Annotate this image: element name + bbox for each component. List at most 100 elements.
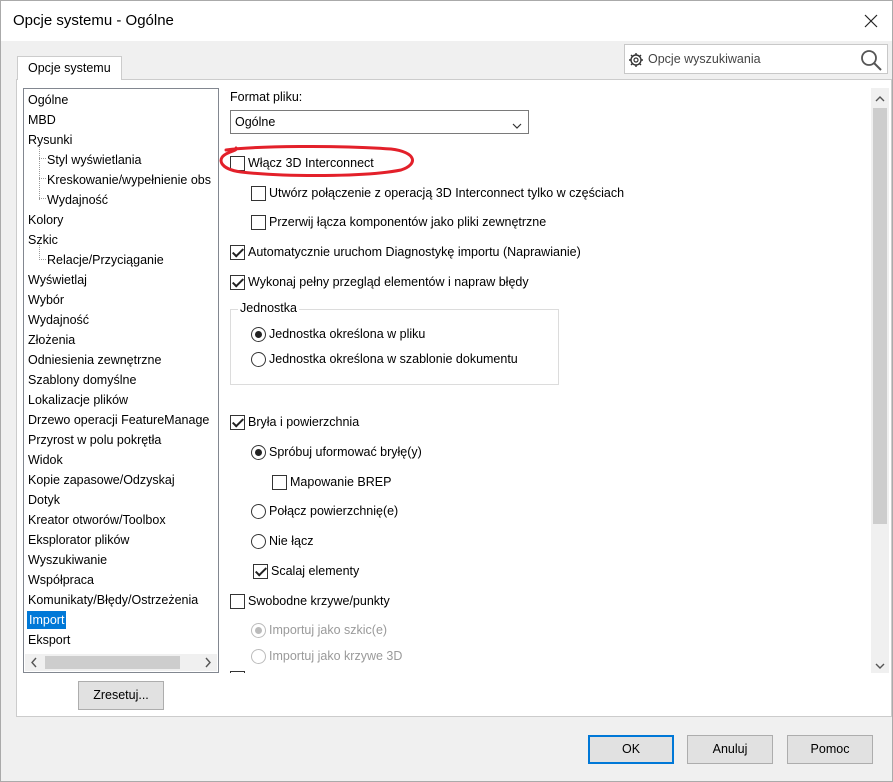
tree-item-drawing-performance[interactable]: Wydajność bbox=[47, 191, 108, 209]
search-placeholder: Opcje wyszukiwania bbox=[648, 52, 761, 66]
try-form-solid-option[interactable]: Spróbuj uformować bryłę(y) bbox=[251, 444, 422, 460]
do-not-knit-option[interactable]: Nie łącz bbox=[251, 533, 313, 549]
unit-from-file-radio[interactable] bbox=[251, 326, 266, 342]
full-check-option[interactable]: Wykonaj pełny przegląd elementów i napra… bbox=[230, 274, 529, 290]
partial-hidden-checkbox[interactable] bbox=[230, 670, 245, 673]
scroll-left-icon[interactable] bbox=[28, 656, 40, 669]
tree-item-feature-manager[interactable]: Drzewo operacji FeatureManage bbox=[28, 411, 209, 429]
break-links-checkbox[interactable] bbox=[251, 214, 266, 230]
tree-item-hatching[interactable]: Kreskowanie/wypełnienie obs bbox=[47, 171, 211, 189]
tree-item-file-locations[interactable]: Lokalizacje plików bbox=[28, 391, 128, 409]
tree-guide-line bbox=[39, 145, 40, 200]
auto-diagnostics-label: Automatycznie uruchom Diagnostykę import… bbox=[248, 245, 581, 259]
tree-item-display-style[interactable]: Styl wyświetlania bbox=[47, 151, 141, 169]
system-options-dialog: Opcje systemu - Ogólne Opcje systemu Opc… bbox=[0, 0, 893, 782]
scroll-right-icon[interactable] bbox=[202, 656, 214, 669]
tree-item-spin-box[interactable]: Przyrost w polu pokrętła bbox=[28, 431, 161, 449]
do-not-knit-radio[interactable] bbox=[251, 533, 266, 549]
do-not-knit-label: Nie łącz bbox=[269, 534, 314, 548]
tree-item-performance[interactable]: Wydajność bbox=[28, 311, 89, 329]
full-check-checkbox[interactable] bbox=[230, 274, 245, 290]
tree-item-messages[interactable]: Komunikaty/Błędy/Ostrzeżenia bbox=[28, 591, 198, 609]
import-as-sketch-radio[interactable] bbox=[251, 622, 266, 638]
enable-3d-interconnect-checkbox[interactable] bbox=[230, 155, 245, 171]
search-options-input[interactable]: Opcje wyszukiwania bbox=[624, 44, 888, 74]
import-as-3d-curves-radio[interactable] bbox=[251, 648, 266, 664]
tree-item-file-explorer[interactable]: Eksplorator plików bbox=[28, 531, 129, 549]
tree-item-drawings[interactable]: Rysunki bbox=[28, 131, 72, 149]
tree-horizontal-scrollbar[interactable] bbox=[25, 654, 217, 671]
brep-mapping-checkbox[interactable] bbox=[272, 474, 287, 490]
tree-item-search[interactable]: Wyszukiwanie bbox=[28, 551, 107, 569]
reset-button[interactable]: Zresetuj... bbox=[78, 681, 164, 710]
import-as-3d-curves-label: Importuj jako krzywe 3D bbox=[269, 649, 403, 663]
import-as-3d-curves-option[interactable]: Importuj jako krzywe 3D bbox=[251, 648, 402, 664]
enable-3d-interconnect-option[interactable]: Włącz 3D Interconnect bbox=[230, 155, 374, 171]
enable-3d-interconnect-label: Włącz 3D Interconnect bbox=[248, 156, 374, 170]
tree-item-touch[interactable]: Dotyk bbox=[28, 491, 60, 509]
partial-hidden-option[interactable] bbox=[230, 670, 248, 673]
content-vertical-scrollbar[interactable] bbox=[871, 88, 889, 673]
tree-item-selection[interactable]: Wybór bbox=[28, 291, 64, 309]
tree-guide-tick bbox=[39, 259, 46, 260]
tree-item-backup[interactable]: Kopie zapasowe/Odzyskaj bbox=[28, 471, 175, 489]
tree-item-external-refs[interactable]: Odniesienia zewnętrzne bbox=[28, 351, 161, 369]
close-icon[interactable] bbox=[860, 10, 882, 32]
break-links-option[interactable]: Przerwij łącza komponentów jako pliki ze… bbox=[251, 214, 546, 230]
tree-item-display[interactable]: Wyświetlaj bbox=[28, 271, 87, 289]
search-icon[interactable] bbox=[859, 48, 883, 72]
tree-item-mbd[interactable]: MBD bbox=[28, 111, 56, 129]
tree-item-relations[interactable]: Relacje/Przyciąganie bbox=[47, 251, 164, 269]
ok-button[interactable]: OK bbox=[588, 735, 674, 764]
free-curves-option[interactable]: Swobodne krzywe/punkty bbox=[230, 593, 390, 609]
cancel-button[interactable]: Anuluj bbox=[687, 735, 773, 764]
auto-diagnostics-checkbox[interactable] bbox=[230, 244, 245, 260]
import-as-sketch-label: Importuj jako szkic(e) bbox=[269, 623, 388, 637]
help-button[interactable]: Pomoc bbox=[787, 735, 873, 764]
create-link-parts-only-checkbox[interactable] bbox=[251, 185, 266, 201]
merge-entities-option[interactable]: Scalaj elementy bbox=[253, 563, 359, 579]
free-curves-checkbox[interactable] bbox=[230, 593, 245, 609]
scrollbar-thumb[interactable] bbox=[873, 108, 887, 524]
solid-surface-option[interactable]: Bryła i powierzchnia bbox=[230, 414, 359, 430]
gear-icon[interactable] bbox=[628, 52, 644, 68]
unit-from-file-option[interactable]: Jednostka określona w pliku bbox=[251, 326, 425, 342]
tree-item-collaboration[interactable]: Współpraca bbox=[28, 571, 94, 589]
merge-entities-checkbox[interactable] bbox=[253, 563, 268, 579]
brep-mapping-option[interactable]: Mapowanie BREP bbox=[272, 474, 391, 490]
tree-item-sketch[interactable]: Szkic bbox=[28, 231, 58, 249]
tree-item-hole-wizard[interactable]: Kreator otworów/Toolbox bbox=[28, 511, 166, 529]
create-link-parts-only-label: Utwórz połączenie z operacją 3D Intercon… bbox=[269, 186, 625, 200]
unit-group-title: Jednostka bbox=[238, 301, 299, 315]
knit-surfaces-radio[interactable] bbox=[251, 503, 266, 519]
tree-item-assemblies[interactable]: Złożenia bbox=[28, 331, 75, 349]
file-format-select[interactable]: Ogólne bbox=[230, 110, 529, 134]
scroll-up-icon[interactable] bbox=[874, 92, 886, 102]
tree-item-general[interactable]: Ogólne bbox=[28, 91, 68, 109]
create-link-parts-only-option[interactable]: Utwórz połączenie z operacją 3D Intercon… bbox=[251, 185, 624, 201]
tree-item-default-templates[interactable]: Szablony domyślne bbox=[28, 371, 136, 389]
file-format-value: Ogólne bbox=[235, 115, 276, 129]
tree-guide-tick bbox=[39, 158, 46, 159]
tree-item-view[interactable]: Widok bbox=[28, 451, 63, 469]
tree-guide-tick bbox=[39, 198, 46, 199]
import-as-sketch-option[interactable]: Importuj jako szkic(e) bbox=[251, 622, 387, 638]
knit-surfaces-option[interactable]: Połącz powierzchnię(e) bbox=[251, 503, 398, 519]
unit-from-template-radio[interactable] bbox=[251, 351, 266, 367]
title-bar: Opcje systemu - Ogólne bbox=[1, 1, 892, 41]
tree-item-import[interactable]: Import bbox=[27, 611, 67, 629]
import-options-content: Format pliku: Ogólne Włącz 3D Interconne… bbox=[221, 85, 869, 673]
tree-item-colors[interactable]: Kolory bbox=[28, 211, 63, 229]
tree-item-export[interactable]: Eksport bbox=[28, 631, 70, 649]
solid-surface-checkbox[interactable] bbox=[230, 414, 245, 430]
try-form-solid-radio[interactable] bbox=[251, 444, 266, 460]
unit-from-template-option[interactable]: Jednostka określona w szablonie dokument… bbox=[251, 351, 518, 367]
scrollbar-thumb[interactable] bbox=[45, 656, 180, 669]
chevron-down-icon bbox=[512, 118, 522, 129]
auto-diagnostics-option[interactable]: Automatycznie uruchom Diagnostykę import… bbox=[230, 244, 581, 260]
options-tree[interactable]: Ogólne MBD Rysunki Styl wyświetlania Kre… bbox=[23, 88, 219, 673]
brep-mapping-label: Mapowanie BREP bbox=[290, 475, 392, 489]
scroll-down-icon[interactable] bbox=[874, 659, 886, 669]
merge-entities-label: Scalaj elementy bbox=[271, 564, 360, 578]
tab-system-options[interactable]: Opcje systemu bbox=[17, 56, 122, 80]
